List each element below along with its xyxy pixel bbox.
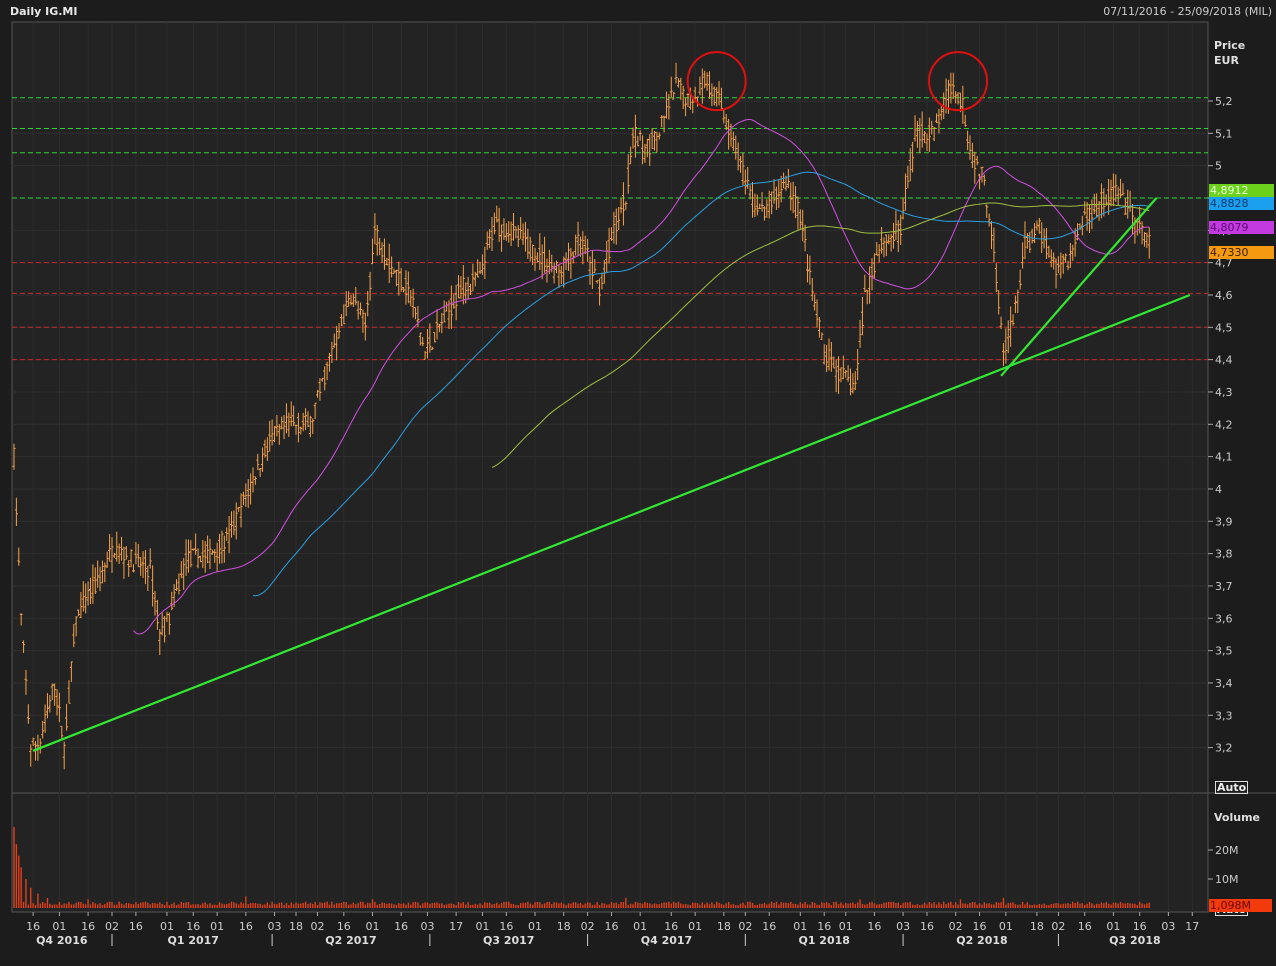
- x-tick-label: 02: [738, 920, 752, 933]
- y-tick-label: 3,4: [1215, 677, 1233, 690]
- price-axis-title: Price: [1214, 39, 1246, 52]
- x-tick-label: 02: [1051, 920, 1065, 933]
- x-tick-label: 01: [160, 920, 174, 933]
- x-tick-label: 16: [26, 920, 40, 933]
- x-tick-label: 01: [528, 920, 542, 933]
- x-tick-label: 16: [605, 920, 619, 933]
- x-tick-label: 16: [186, 920, 200, 933]
- x-tick-label: 03: [268, 920, 282, 933]
- x-tick-label: 03: [420, 920, 434, 933]
- x-tick-label: 01: [999, 920, 1013, 933]
- y-tick-label: 3,3: [1215, 709, 1233, 722]
- price-auto-scale-button[interactable]: Auto: [1215, 781, 1249, 794]
- y-tick-label: 3,9: [1215, 515, 1233, 528]
- x-tick-label: 01: [793, 920, 807, 933]
- quarter-label: Q2 2017: [325, 934, 376, 947]
- x-tick-label: 16: [337, 920, 351, 933]
- x-tick-label: 16: [129, 920, 143, 933]
- last-volume-tag: 1,098M: [1209, 899, 1272, 912]
- y-tick-label: 5,1: [1215, 127, 1233, 140]
- y-tick-label: 4,1: [1215, 451, 1233, 464]
- x-tick-label: 16: [1133, 920, 1147, 933]
- x-tick-label: 16: [867, 920, 881, 933]
- y-tick-label: 3,7: [1215, 580, 1233, 593]
- x-tick-label: 01: [688, 920, 702, 933]
- ma200-value-tag: 4,8912: [1209, 184, 1274, 197]
- plot-area: [11, 21, 1209, 913]
- x-tick-label: 16: [1078, 920, 1092, 933]
- x-tick-label: 18: [557, 920, 571, 933]
- x-tick-label: 03: [1161, 920, 1175, 933]
- ma100-value-tag: 4,8828: [1209, 197, 1274, 210]
- x-tick-label: 16: [81, 920, 95, 933]
- ma50-value-tag: 4,8079: [1209, 221, 1274, 234]
- x-tick-label: 16: [394, 920, 408, 933]
- quarter-label: Q4 2017: [641, 934, 692, 947]
- quarter-label: Q1 2017: [168, 934, 219, 947]
- volume-tick-label: 10M: [1215, 873, 1239, 886]
- x-tick-label: 01: [366, 920, 380, 933]
- x-tick-label: 01: [633, 920, 647, 933]
- volume-axis-title: Volume: [1214, 811, 1260, 824]
- x-tick-label: 16: [817, 920, 831, 933]
- x-tick-label: 18: [289, 920, 303, 933]
- price-axis-currency: EUR: [1214, 54, 1239, 67]
- last-price-tag: 4,7330: [1209, 246, 1274, 259]
- x-tick-label: 02: [949, 920, 963, 933]
- x-tick-label: 18: [717, 920, 731, 933]
- x-tick-label: 01: [839, 920, 853, 933]
- x-tick-label: 17: [1185, 920, 1199, 933]
- y-tick-label: 4,6: [1215, 289, 1233, 302]
- y-tick-label: 4,3: [1215, 386, 1233, 399]
- x-tick-label: 02: [311, 920, 325, 933]
- y-tick-label: 5: [1215, 160, 1222, 173]
- x-tick-label: 01: [475, 920, 489, 933]
- y-tick-label: 3,6: [1215, 612, 1233, 625]
- x-tick-label: 16: [762, 920, 776, 933]
- x-tick-label: 16: [973, 920, 987, 933]
- price-chart[interactable]: 5,25,154,94,84,74,64,54,44,34,24,143,93,…: [0, 0, 1276, 966]
- quarter-label: Q4 2016: [36, 934, 88, 947]
- y-tick-label: 3,8: [1215, 548, 1233, 561]
- x-tick-label: 03: [896, 920, 910, 933]
- x-tick-label: 16: [239, 920, 253, 933]
- x-tick-label: 02: [581, 920, 595, 933]
- y-tick-label: 4,2: [1215, 418, 1233, 431]
- y-tick-label: 5,2: [1215, 95, 1233, 108]
- x-tick-label: 16: [499, 920, 513, 933]
- x-tick-label: 17: [449, 920, 463, 933]
- x-tick-label: 16: [920, 920, 934, 933]
- quarter-label: Q2 2018: [956, 934, 1007, 947]
- x-tick-label: 16: [664, 920, 678, 933]
- quarter-label: Q3 2018: [1109, 934, 1160, 947]
- x-tick-label: 01: [1106, 920, 1120, 933]
- y-tick-label: 4,4: [1215, 354, 1233, 367]
- x-tick-label: 01: [210, 920, 224, 933]
- y-tick-label: 4: [1215, 483, 1222, 496]
- y-tick-label: 3,5: [1215, 645, 1233, 658]
- volume-tick-label: 20M: [1215, 844, 1239, 857]
- y-tick-label: 3,2: [1215, 742, 1233, 755]
- y-tick-label: 4,5: [1215, 321, 1233, 334]
- x-tick-label: 02: [105, 920, 119, 933]
- x-tick-label: 18: [1030, 920, 1044, 933]
- quarter-label: Q1 2018: [798, 934, 849, 947]
- quarter-label: Q3 2017: [483, 934, 534, 947]
- x-tick-label: 01: [52, 920, 66, 933]
